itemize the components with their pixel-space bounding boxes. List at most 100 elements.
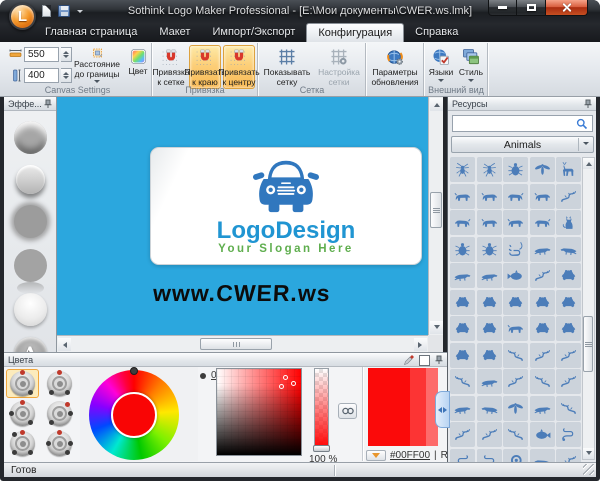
- color-wheel[interactable]: [89, 370, 179, 460]
- resource-tile-crocodile[interactable]: [530, 237, 555, 262]
- titlebar[interactable]: L Sothink Logo Maker Professional - [E:\…: [0, 0, 600, 23]
- vertical-scroll-thumb[interactable]: [430, 192, 442, 228]
- languages-button[interactable]: Языки: [427, 45, 455, 89]
- snap-to-edge-button[interactable]: Привязать к краю: [189, 45, 221, 89]
- resource-tile-iguana-2[interactable]: [503, 422, 528, 447]
- resource-tile-newt[interactable]: [530, 263, 555, 288]
- tab-home[interactable]: Главная страница: [34, 23, 148, 42]
- search-icon[interactable]: [576, 118, 588, 130]
- resource-tile-snake-knot[interactable]: [556, 422, 581, 447]
- resource-tile-alligator[interactable]: [556, 237, 581, 262]
- sv-marker[interactable]: [283, 375, 288, 380]
- resource-tile-fish[interactable]: [530, 422, 555, 447]
- resource-tile-newt-2[interactable]: [450, 369, 475, 394]
- resource-tile-frog-3[interactable]: [530, 290, 555, 315]
- resource-tile-hamster[interactable]: [503, 316, 528, 341]
- pin-icon[interactable]: [434, 355, 444, 365]
- qat-dropdown-icon[interactable]: [77, 10, 83, 16]
- resource-tile-mosquito[interactable]: [530, 157, 555, 182]
- style-button[interactable]: Стиль: [457, 45, 485, 89]
- resource-tile-snail[interactable]: [503, 449, 528, 463]
- resource-tile-lizard[interactable]: [503, 369, 528, 394]
- effect-bevel-button[interactable]: [14, 121, 47, 154]
- scheme-mono-button[interactable]: [6, 369, 39, 398]
- scheme-triad-button[interactable]: [6, 399, 39, 428]
- resource-tile-frog[interactable]: [556, 263, 581, 288]
- saturation-value-picker[interactable]: [216, 368, 302, 456]
- scroll-left-button[interactable]: [58, 338, 71, 351]
- resource-tile-lion[interactable]: [450, 184, 475, 209]
- resource-tile-alligator-3[interactable]: [530, 449, 555, 463]
- resource-tile-alligator-2[interactable]: [450, 396, 475, 421]
- slider-thumb[interactable]: [313, 445, 330, 452]
- scroll-right-button[interactable]: [414, 338, 427, 351]
- scheme-analogic-button[interactable]: [6, 429, 39, 458]
- scroll-up-button[interactable]: [583, 158, 594, 169]
- hue-marker[interactable]: [130, 367, 138, 375]
- effect-shadow-button[interactable]: [16, 165, 45, 194]
- scheme-accented-button[interactable]: [43, 429, 76, 458]
- scroll-down-button[interactable]: [430, 321, 443, 334]
- resource-tile-bat[interactable]: [503, 396, 528, 421]
- sv-marker[interactable]: [291, 381, 296, 386]
- resource-tile-bear[interactable]: [477, 184, 502, 209]
- resource-tile-lizard-4[interactable]: [450, 422, 475, 447]
- pin-icon[interactable]: [43, 99, 53, 109]
- app-menu-button[interactable]: L: [9, 3, 36, 30]
- resource-tile-snake[interactable]: [477, 449, 502, 463]
- resource-tile-gecko-2[interactable]: [477, 422, 502, 447]
- canvas-vertical-scrollbar[interactable]: [428, 97, 443, 335]
- resource-tile-raptor[interactable]: [556, 184, 581, 209]
- resource-tile-frog-4[interactable]: [450, 316, 475, 341]
- tab-help[interactable]: Справка: [404, 23, 469, 42]
- tab-layout[interactable]: Макет: [148, 23, 201, 42]
- scheme-complement-button[interactable]: [43, 369, 76, 398]
- swatch-dropdown-button[interactable]: [366, 450, 386, 461]
- canvas-horizontal-scrollbar[interactable]: [57, 335, 428, 352]
- scheme-tetrad-button[interactable]: [43, 399, 76, 428]
- maximize-button[interactable]: [517, 0, 545, 16]
- resource-tile-crocodile-head[interactable]: [530, 396, 555, 421]
- resize-grip[interactable]: [583, 464, 594, 475]
- pin-icon[interactable]: [583, 99, 593, 109]
- logo-slogan-text[interactable]: Your Slogan Here: [151, 243, 421, 256]
- resource-tile-caiman[interactable]: [477, 263, 502, 288]
- resource-tile-tree-frog[interactable]: [503, 290, 528, 315]
- dropdown-arrow-segment[interactable]: [578, 138, 592, 151]
- scroll-up-button[interactable]: [430, 98, 443, 111]
- canvas-width-input[interactable]: [24, 47, 59, 62]
- update-options-button[interactable]: Параметры обновления: [369, 45, 421, 89]
- resource-tile-frog-6[interactable]: [450, 343, 475, 368]
- resource-tile-running-horse[interactable]: [450, 210, 475, 235]
- effect-gloss-button[interactable]: [14, 293, 47, 326]
- resource-tile-iguana[interactable]: [556, 343, 581, 368]
- resource-tile-toad-2[interactable]: [556, 290, 581, 315]
- current-color-swatch[interactable]: [419, 355, 430, 366]
- panel-expander-button[interactable]: [435, 391, 450, 428]
- resource-tile-monitor-lizard[interactable]: [556, 449, 581, 463]
- resource-tile-whale[interactable]: [503, 263, 528, 288]
- resource-tile-toad[interactable]: [477, 290, 502, 315]
- logo-title-text[interactable]: LogoDesign: [151, 219, 421, 243]
- link-colors-button[interactable]: [338, 403, 357, 419]
- resource-tile-sitting-cat[interactable]: [556, 210, 581, 235]
- resource-tile-beetle[interactable]: [477, 237, 502, 262]
- resource-tile-lizard-2[interactable]: [530, 369, 555, 394]
- result-color-swatch[interactable]: [368, 368, 438, 446]
- resource-tile-hippo[interactable]: [503, 210, 528, 235]
- canvas-height-input[interactable]: [24, 68, 59, 83]
- resource-tile-spider[interactable]: [450, 157, 475, 182]
- horizontal-scroll-thumb[interactable]: [200, 338, 272, 350]
- resource-tile-elk[interactable]: [556, 157, 581, 182]
- eyedropper-icon[interactable]: [403, 354, 415, 366]
- tab-import-export[interactable]: Импорт/Экспорт: [201, 23, 306, 42]
- hex-value-link[interactable]: #00FF00: [390, 450, 430, 461]
- grid-settings-button[interactable]: Настройка сетки: [315, 45, 363, 89]
- resource-tile-salamander[interactable]: [530, 343, 555, 368]
- snap-to-grid-button[interactable]: Привязка к сетке: [155, 45, 187, 89]
- sv-marker[interactable]: [279, 384, 284, 389]
- margin-button[interactable]: Расстояние до границы: [70, 45, 124, 87]
- resource-tile-crocodile-3[interactable]: [477, 396, 502, 421]
- logo-card[interactable]: LogoDesign Your Slogan Here: [150, 147, 422, 265]
- minimize-button[interactable]: [488, 0, 517, 16]
